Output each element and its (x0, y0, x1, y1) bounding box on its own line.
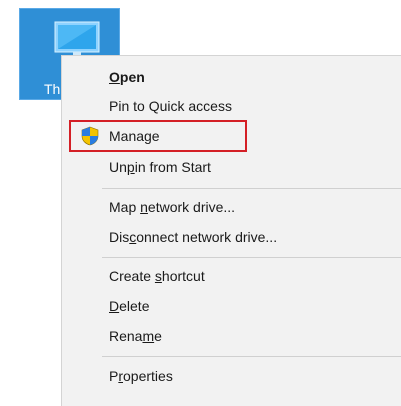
menu-item-disconnect-network-drive[interactable]: Disconnect network drive... (62, 223, 401, 251)
menu-item-label: Manage (109, 128, 160, 144)
menu-item-label: Rename (109, 328, 162, 344)
menu-item-properties[interactable]: Properties (62, 362, 401, 390)
menu-item-label: Delete (109, 298, 150, 314)
menu-item-pin-to-quick-access[interactable]: Pin to Quick access (62, 92, 401, 120)
menu-item-label: Map network drive... (109, 199, 236, 215)
menu-separator (102, 188, 401, 189)
menu-item-label: Create shortcut (109, 268, 205, 284)
menu-item-map-network-drive[interactable]: Map network drive... (62, 193, 401, 221)
menu-separator (102, 356, 401, 357)
menu-item-label: Open (109, 69, 145, 85)
menu-item-manage[interactable]: Manage (62, 122, 401, 150)
menu-item-label: Properties (109, 368, 173, 384)
menu-item-create-shortcut[interactable]: Create shortcut (62, 262, 401, 290)
menu-item-unpin-from-start[interactable]: Unpin from Start (62, 153, 401, 181)
menu-item-label: Pin to Quick access (109, 98, 232, 114)
uac-shield-icon (81, 126, 99, 146)
monitor-icon (54, 21, 100, 58)
menu-separator (102, 257, 401, 258)
menu-item-label: Unpin from Start (109, 159, 211, 175)
menu-item-delete[interactable]: Delete (62, 292, 401, 320)
context-menu: Open Pin to Quick access Manage Unpin fr… (61, 55, 401, 406)
menu-item-label: Disconnect network drive... (109, 229, 278, 245)
menu-item-open[interactable]: Open (62, 63, 401, 91)
screen: Th Open Pin to Quick access Manage Unpin… (0, 0, 401, 406)
menu-item-rename[interactable]: Rename (62, 322, 401, 350)
desktop-icon-label: Th (44, 81, 61, 97)
